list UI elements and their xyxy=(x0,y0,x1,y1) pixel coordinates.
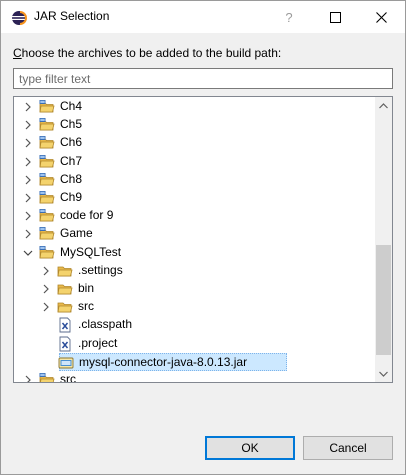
eclipse-app-icon xyxy=(12,11,27,25)
chevron-right-icon[interactable] xyxy=(23,375,33,383)
tree-item[interactable]: .project xyxy=(14,335,314,353)
tree-item[interactable]: Ch8 xyxy=(14,171,314,189)
scroll-thumb[interactable] xyxy=(376,245,391,355)
chevron-down-icon[interactable] xyxy=(23,248,33,258)
project-folder-icon xyxy=(39,154,55,167)
maximize-button[interactable] xyxy=(312,1,358,33)
folder-icon xyxy=(57,302,73,313)
filter-input[interactable] xyxy=(13,68,393,89)
tree-item-label: Ch5 xyxy=(60,117,83,132)
close-button[interactable] xyxy=(358,1,404,33)
chevron-right-icon[interactable] xyxy=(41,266,51,276)
tree-item[interactable]: Ch6 xyxy=(14,134,314,152)
tree-item-label: Ch6 xyxy=(60,135,83,150)
scroll-up-arrow[interactable] xyxy=(375,97,392,114)
chevron-up-icon xyxy=(379,102,388,108)
chevron-down-icon xyxy=(379,371,388,377)
tree-item[interactable]: src xyxy=(14,371,314,383)
jar-selection-dialog: JAR Selection ? Choose the archives to b… xyxy=(0,0,406,475)
folder-icon xyxy=(57,284,73,295)
project-folder-icon xyxy=(39,172,55,186)
project-folder-icon xyxy=(39,209,55,222)
chevron-right-icon[interactable] xyxy=(23,102,33,112)
project-folder-icon xyxy=(39,191,55,204)
chevron-right-icon[interactable] xyxy=(23,138,33,148)
tree-item-label: .settings xyxy=(78,262,123,277)
chevron-right-icon[interactable] xyxy=(23,120,33,130)
scroll-down-arrow[interactable] xyxy=(375,365,392,382)
project-folder-icon xyxy=(39,373,55,382)
chevron-right-icon[interactable] xyxy=(41,284,51,294)
tree-item-label: src xyxy=(78,299,94,314)
ok-button[interactable]: OK xyxy=(205,436,295,460)
chevron-right-icon[interactable] xyxy=(23,175,33,185)
tree-item-selected[interactable]: mysql-connector-java-8.0.13.jar xyxy=(58,352,288,371)
tree-item[interactable]: .classpath xyxy=(14,316,314,334)
tree-item[interactable]: src xyxy=(14,298,314,316)
tree-item-label: MySQLTest xyxy=(60,244,122,259)
project-folder-icon xyxy=(39,227,55,240)
tree-item-label: Game xyxy=(60,226,93,241)
tree-item[interactable]: Ch9 xyxy=(14,189,314,207)
chevron-right-icon[interactable] xyxy=(23,229,33,239)
tree-item[interactable]: Game xyxy=(14,225,314,243)
tree-item[interactable]: bin xyxy=(14,280,314,298)
tree-item[interactable]: .settings xyxy=(14,262,314,280)
tree-item-label: Ch9 xyxy=(60,190,83,204)
tree-item-label: mysql-connector-java-8.0.13.jar xyxy=(79,354,248,369)
prompt-mnemonic: C xyxy=(13,46,22,60)
tree-item[interactable]: Ch4 xyxy=(14,98,314,116)
tree-item-label: Ch4 xyxy=(60,99,83,113)
prompt-text-after: hoose the archives to be added to the bu… xyxy=(21,46,282,60)
maximize-icon xyxy=(329,11,341,23)
tree-item[interactable]: code for 9 xyxy=(14,207,314,225)
tree-item-label: Ch8 xyxy=(60,171,83,186)
chevron-right-icon[interactable] xyxy=(23,211,33,221)
close-icon xyxy=(375,11,387,23)
tree-item-label: .project xyxy=(78,335,118,350)
folder-icon xyxy=(57,266,73,277)
help-button[interactable]: ? xyxy=(266,1,312,33)
tree-item-label: Ch7 xyxy=(60,153,83,168)
tree-item-label: .classpath xyxy=(78,317,133,332)
chevron-right-icon[interactable] xyxy=(23,157,33,167)
xml-file-icon xyxy=(59,317,71,333)
project-folder-icon xyxy=(39,245,55,258)
project-folder-icon xyxy=(39,136,55,149)
xml-file-icon xyxy=(59,336,71,352)
project-folder-icon xyxy=(39,100,55,113)
instruction-label: Choose the archives to be added to the b… xyxy=(13,46,281,60)
help-icon: ? xyxy=(285,9,293,25)
tree-item[interactable]: Ch5 xyxy=(14,116,314,134)
tree-item-label: src xyxy=(60,372,76,383)
tree-item[interactable]: Ch7 xyxy=(14,153,314,171)
vertical-scrollbar[interactable] xyxy=(375,97,392,382)
jar-file-icon xyxy=(58,357,74,369)
file-tree[interactable]: Ch4 Ch5 Ch6 Ch7 Ch8 Ch9 code for 9 Game MySQLTes… xyxy=(13,96,393,383)
title-bar[interactable]: JAR Selection ? xyxy=(1,1,405,33)
cancel-button[interactable]: Cancel xyxy=(303,436,393,460)
chevron-right-icon[interactable] xyxy=(23,193,33,203)
project-folder-icon xyxy=(39,118,55,131)
window-title: JAR Selection xyxy=(34,9,110,23)
tree-item[interactable]: MySQLTest xyxy=(14,244,314,262)
chevron-right-icon[interactable] xyxy=(41,302,51,312)
tree-item-label: code for 9 xyxy=(60,208,114,223)
tree-item-label: bin xyxy=(78,281,95,295)
